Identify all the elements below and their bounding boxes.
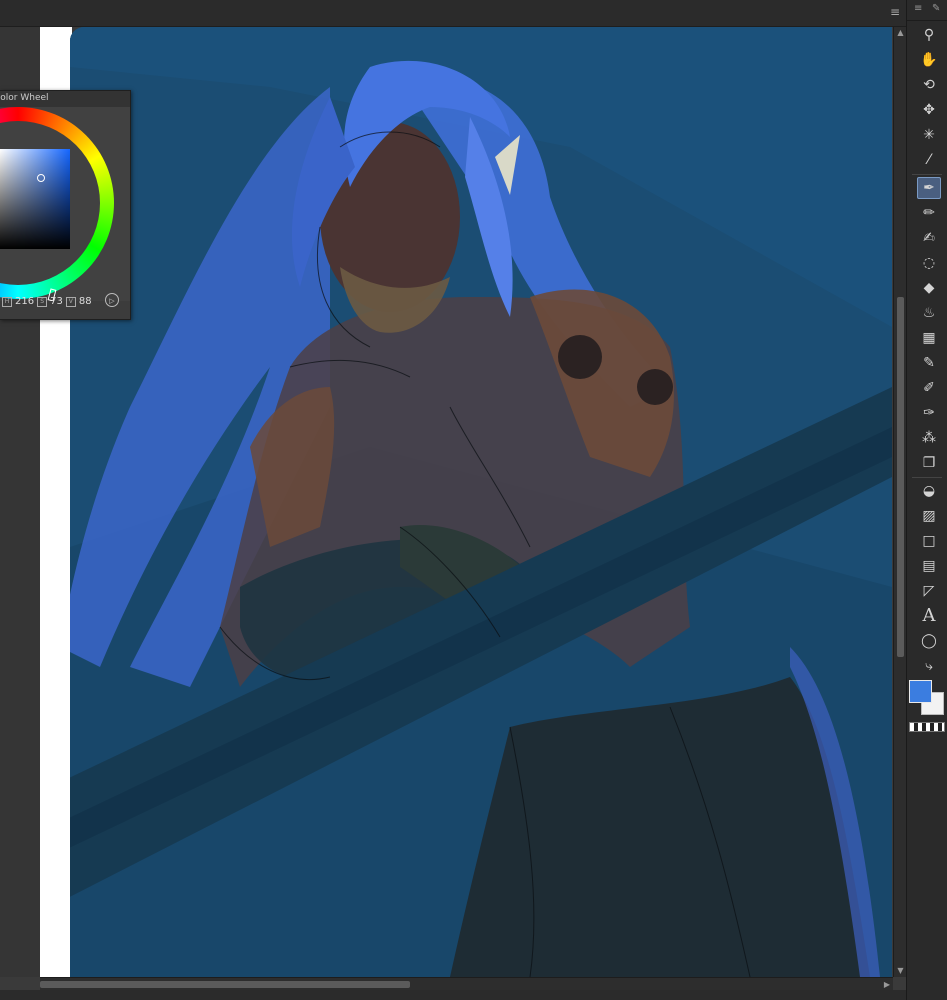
ruler-icon[interactable]: ◸ xyxy=(917,580,941,602)
hand-icon[interactable]: ✋ xyxy=(917,49,941,71)
frame-icon[interactable]: ▤ xyxy=(917,555,941,577)
saturation-value-square[interactable] xyxy=(0,149,70,249)
color-wheel-title: Color Wheel xyxy=(0,93,49,103)
palette-grip[interactable]: ≡ ✎ xyxy=(907,0,947,21)
hsv-values: H 216 S 73 V 88 xyxy=(2,296,92,307)
brightness-value[interactable]: 88 xyxy=(79,296,92,307)
pen-mini-icon: ✎ xyxy=(932,3,941,14)
gradient-icon[interactable]: ▨ xyxy=(917,505,941,527)
artwork xyxy=(70,27,892,977)
foreground-color-swatch[interactable] xyxy=(909,680,932,703)
grip-icon: ≡ xyxy=(914,3,923,14)
spray-icon[interactable]: ⁂ xyxy=(917,427,941,449)
correction-line-icon[interactable]: ⤷ xyxy=(917,655,941,677)
vertical-scrollbar[interactable]: ▲ ▼ xyxy=(893,27,907,977)
transparent-color-swatch[interactable] xyxy=(909,722,945,732)
color-wheel-header[interactable]: Color Wheel xyxy=(0,91,130,108)
hamburger-icon[interactable]: ≡ xyxy=(888,5,902,19)
hue-field-icon: H xyxy=(2,296,12,307)
decoration-icon[interactable]: ✑ xyxy=(917,402,941,424)
drawing-canvas[interactable] xyxy=(70,27,892,977)
value-field-icon: V xyxy=(65,296,76,307)
color-wheel-body xyxy=(0,107,130,301)
pen-icon[interactable]: ✒ xyxy=(917,177,941,199)
tool-separator xyxy=(912,174,942,175)
eyedropper-icon[interactable]: ⁄ xyxy=(917,149,941,171)
vertical-scroll-thumb[interactable] xyxy=(897,297,904,657)
rectangle-icon[interactable]: □ xyxy=(917,530,941,552)
blend-icon[interactable]: ♨ xyxy=(917,302,941,324)
airbrush-icon[interactable]: ✐ xyxy=(917,377,941,399)
color-mode-switch-icon[interactable]: ▷ xyxy=(105,293,119,307)
move-icon[interactable]: ✥ xyxy=(917,99,941,121)
color-wheel-panel: Color Wheel xyxy=(0,90,131,320)
zoom-icon[interactable]: ⚲ xyxy=(917,24,941,46)
fill-icon[interactable]: ◒ xyxy=(917,480,941,502)
eraser-icon[interactable]: ◆ xyxy=(917,277,941,299)
tool-separator xyxy=(912,477,942,478)
lasso-icon[interactable]: ◌ xyxy=(917,252,941,274)
brush-icon[interactable]: ✍ xyxy=(917,227,941,249)
pencil-icon[interactable]: ✏ xyxy=(917,202,941,224)
copy-stamp-icon[interactable]: ❐ xyxy=(917,452,941,474)
hue-value[interactable]: 216 xyxy=(15,296,34,307)
status-bar xyxy=(0,990,906,1000)
top-bar: ≡ xyxy=(0,0,906,27)
horizontal-scroll-thumb[interactable] xyxy=(40,981,410,988)
saturation-value[interactable]: 73 xyxy=(50,296,63,307)
text-icon[interactable]: A xyxy=(917,605,941,627)
rotate-icon[interactable]: ⟲ xyxy=(917,74,941,96)
balloon-icon[interactable]: ◯ xyxy=(917,630,941,652)
mesh-icon[interactable]: ▦ xyxy=(917,327,941,349)
marker-icon[interactable]: ✎ xyxy=(917,352,941,374)
saturation-field-icon: S xyxy=(37,296,48,307)
color-picker-cursor[interactable] xyxy=(37,174,45,182)
horizontal-scrollbar[interactable]: ▶ xyxy=(40,977,893,991)
magic-wand-icon[interactable]: ✳ xyxy=(917,124,941,146)
